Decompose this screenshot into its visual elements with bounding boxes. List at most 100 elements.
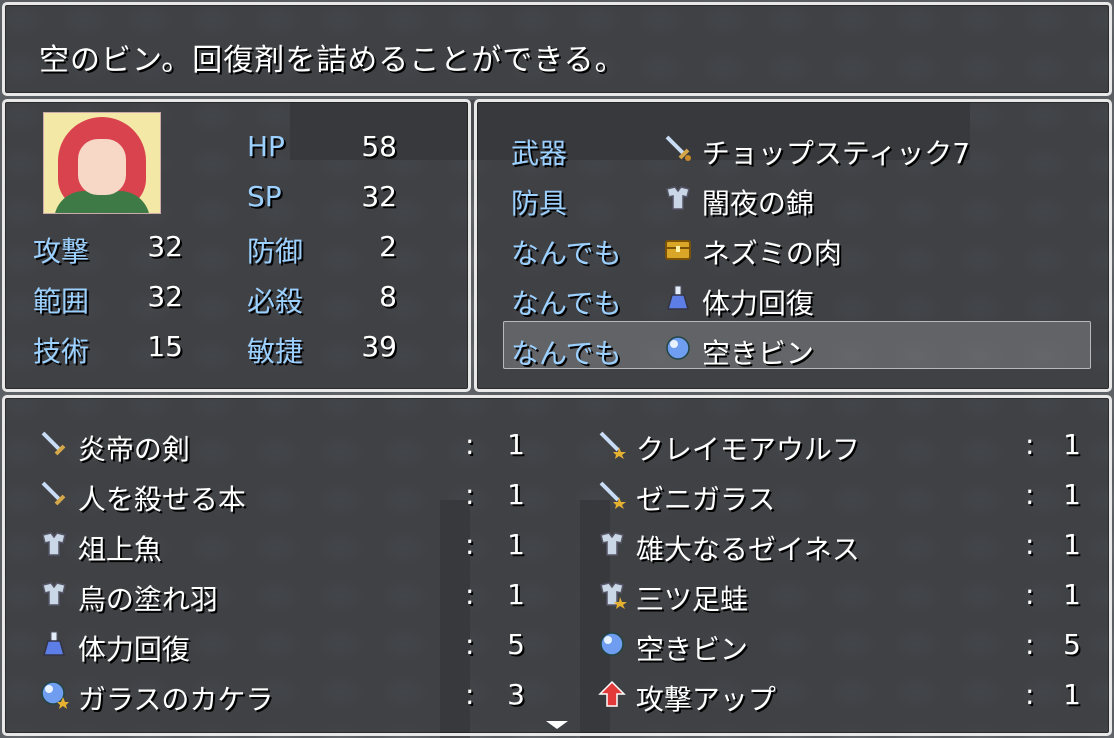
stat-value-agility: 39 xyxy=(361,330,397,363)
item-count: 3 xyxy=(507,678,525,711)
item-name: 俎上魚 xyxy=(77,533,162,566)
item-row[interactable]: 三ツ足蛙 xyxy=(597,578,748,618)
item-count: 1 xyxy=(507,528,525,561)
item-row[interactable]: 空きビン xyxy=(597,628,748,668)
sword-star-icon xyxy=(597,481,627,516)
item-row[interactable]: 俎上魚 xyxy=(39,528,162,568)
item-name: 体力回復 xyxy=(77,633,190,666)
stat-label-defense: 防御 xyxy=(247,235,304,268)
equip-slot-label: なんでも xyxy=(511,287,622,320)
item-row[interactable]: ガラスのカケラ xyxy=(39,678,273,718)
equip-slot-row[interactable]: 体力回復 xyxy=(663,282,814,322)
stat-value-defense: 2 xyxy=(379,230,397,263)
item-name: 空きビン xyxy=(635,633,748,666)
item-sep: : xyxy=(465,428,475,461)
sword-star-icon xyxy=(597,431,627,466)
item-count: 1 xyxy=(1063,428,1081,461)
item-row[interactable]: 体力回復 xyxy=(39,628,190,668)
equip-slot-row-selected[interactable]: 空きビン xyxy=(663,332,814,372)
item-count: 5 xyxy=(507,628,525,661)
sword-icon xyxy=(663,135,702,170)
stat-label-range: 範囲 xyxy=(33,285,90,318)
item-count: 1 xyxy=(1063,478,1081,511)
stat-label-agility: 敏捷 xyxy=(247,335,304,368)
item-sep: : xyxy=(1025,528,1035,561)
item-name: ゼニガラス xyxy=(635,483,776,516)
item-sep: : xyxy=(465,578,475,611)
item-sep: : xyxy=(465,678,475,711)
item-name: 人を殺せる本 xyxy=(77,483,246,516)
item-row[interactable]: 烏の塗れ羽 xyxy=(39,578,218,618)
item-count: 1 xyxy=(507,578,525,611)
equip-slot-label: 防具 xyxy=(511,187,568,220)
item-name: クレイモアウルフ xyxy=(635,433,860,466)
bottle-orb-star-icon xyxy=(39,681,69,716)
item-row[interactable]: 攻撃アップ xyxy=(597,678,776,718)
hp-value: 58 xyxy=(361,130,397,163)
stat-value-skill: 15 xyxy=(147,330,183,363)
treasure-chest-icon xyxy=(663,237,702,270)
item-sep: : xyxy=(1025,578,1035,611)
item-sep: : xyxy=(1025,628,1035,661)
item-count: 1 xyxy=(1063,528,1081,561)
armor-star-icon xyxy=(597,582,627,616)
item-count: 1 xyxy=(507,428,525,461)
item-name: 雄大なるゼイネス xyxy=(635,533,860,566)
stat-label-critical: 必殺 xyxy=(247,285,304,318)
armor-icon xyxy=(39,532,69,566)
item-row[interactable]: 雄大なるゼイネス xyxy=(597,528,860,568)
stat-label-skill: 技術 xyxy=(33,335,90,368)
item-name: 攻撃アップ xyxy=(635,683,776,716)
sp-value: 32 xyxy=(361,180,397,213)
item-row[interactable]: 人を殺せる本 xyxy=(39,478,246,518)
equip-item-name: 闇夜の錦 xyxy=(701,187,814,220)
item-name: 炎帝の剣 xyxy=(77,433,190,466)
sword-icon xyxy=(39,431,69,466)
equip-slot-label: なんでも xyxy=(511,237,622,270)
item-sep: : xyxy=(1025,428,1035,461)
stat-value-critical: 8 xyxy=(379,280,397,313)
equip-item-name: チョップスティック7 xyxy=(701,137,971,170)
stat-value-attack: 32 xyxy=(147,230,183,263)
item-name: 烏の塗れ羽 xyxy=(77,583,218,616)
equip-item-name: 空きビン xyxy=(701,337,814,370)
item-sep: : xyxy=(465,528,475,561)
bottle-orb-icon xyxy=(663,336,702,370)
item-row[interactable]: 炎帝の剣 xyxy=(39,428,190,468)
armor-icon xyxy=(663,186,702,220)
item-count: 1 xyxy=(1063,678,1081,711)
item-count: 1 xyxy=(507,478,525,511)
item-name: 三ツ足蛙 xyxy=(635,583,748,616)
item-row[interactable]: クレイモアウルフ xyxy=(597,428,860,468)
red-up-arrow-icon xyxy=(597,680,627,716)
equip-slot-row[interactable]: ネズミの肉 xyxy=(663,232,842,272)
sword-icon xyxy=(39,481,69,516)
equip-slot-row[interactable]: 闇夜の錦 xyxy=(663,182,814,222)
equip-slot-label: 武器 xyxy=(511,137,568,170)
bottle-orb-icon xyxy=(597,632,627,666)
armor-icon xyxy=(39,582,69,616)
equip-item-name: ネズミの肉 xyxy=(701,237,842,270)
item-name: ガラスのカケラ xyxy=(77,683,274,716)
stat-value-range: 32 xyxy=(147,280,183,313)
potion-icon xyxy=(663,285,702,320)
item-sep: : xyxy=(465,478,475,511)
item-count: 5 xyxy=(1063,628,1081,661)
item-list-window: 炎帝の剣 : 1 人を殺せる本 : 1 俎上魚 : 1 烏の塗れ羽 : 1 体力… xyxy=(2,395,1112,736)
armor-icon xyxy=(597,532,627,566)
item-sep: : xyxy=(465,628,475,661)
equip-slot-row[interactable]: チョップスティック7 xyxy=(663,132,970,172)
item-sep: : xyxy=(1025,478,1035,511)
character-portrait xyxy=(43,112,161,214)
potion-icon xyxy=(39,631,69,666)
help-window: 空のビン。回復剤を詰めることができる。 xyxy=(2,2,1112,96)
scroll-down-arrow-icon[interactable] xyxy=(546,721,568,729)
sp-label: SP xyxy=(247,180,282,213)
equip-slot-label: なんでも xyxy=(511,337,622,370)
equipment-window: 武器 チョップスティック7 防具 闇夜の錦 なんでも ネズミの肉 なんでも 体力… xyxy=(474,99,1112,392)
item-row[interactable]: ゼニガラス xyxy=(597,478,775,518)
stat-label-attack: 攻撃 xyxy=(33,235,90,268)
equip-item-name: 体力回復 xyxy=(701,287,814,320)
help-text: 空のビン。回復剤を詰めることができる。 xyxy=(39,43,626,78)
status-window: HP 58 SP 32 攻撃 32 防御 2 範囲 32 必殺 8 技術 15 … xyxy=(2,99,471,392)
